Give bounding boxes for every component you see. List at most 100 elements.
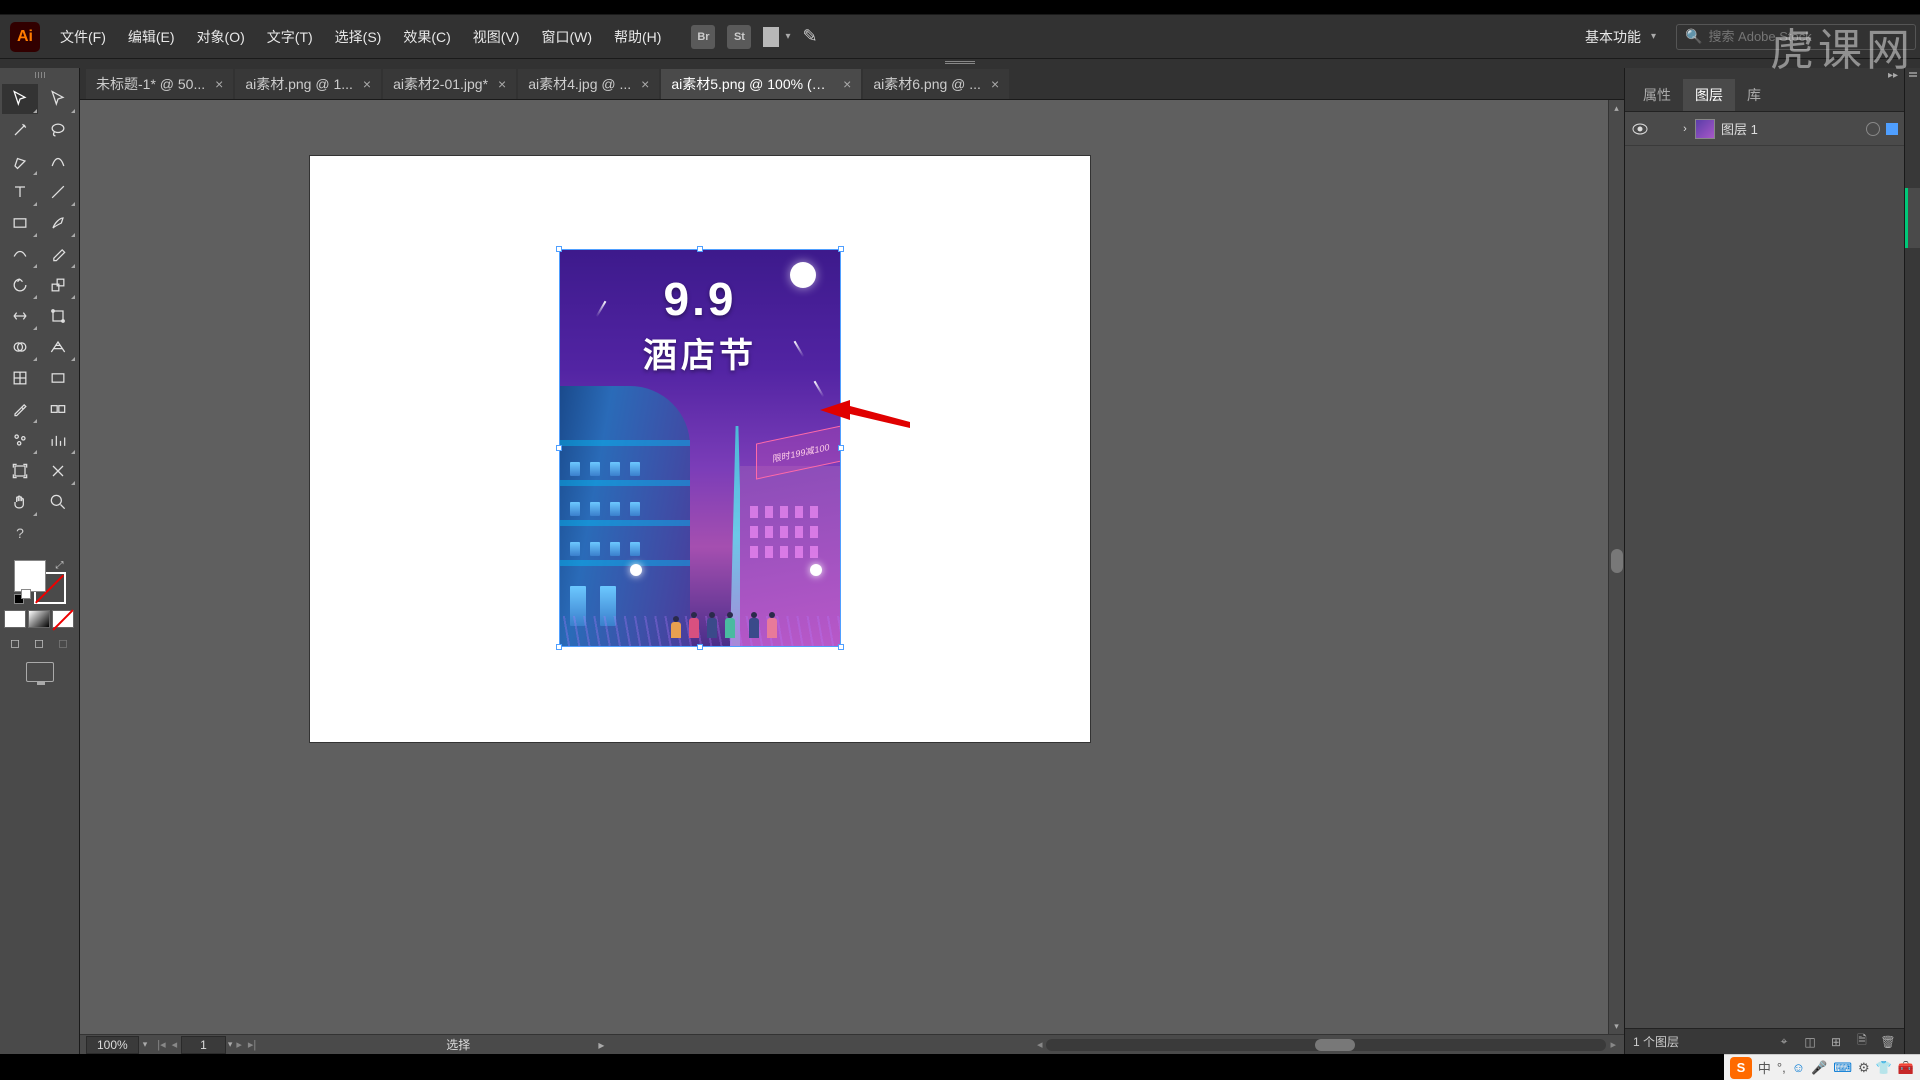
workspace-switcher[interactable]: 基本功能 ▾	[1577, 23, 1664, 51]
eraser-tool[interactable]	[40, 239, 76, 269]
delete-layer-icon[interactable]: 🗑	[1880, 1034, 1896, 1050]
line-segment-tool[interactable]	[40, 177, 76, 207]
color-mode-none[interactable]	[52, 610, 74, 628]
pen-tool[interactable]	[2, 146, 38, 176]
close-icon[interactable]: ×	[991, 76, 999, 92]
color-mode-gradient[interactable]	[28, 610, 50, 628]
stock-icon[interactable]: St	[727, 25, 751, 49]
bridge-icon[interactable]: Br	[691, 25, 715, 49]
selection-tool[interactable]	[2, 84, 38, 114]
blend-tool[interactable]	[40, 394, 76, 424]
layer-row[interactable]: › 图层 1	[1625, 112, 1904, 146]
placed-image[interactable]: 9.9 酒店节	[560, 250, 840, 646]
mic-icon[interactable]: 🎤	[1811, 1060, 1827, 1076]
edit-toolbar[interactable]: ?	[2, 518, 38, 548]
toolbox-icon[interactable]: 🧰	[1898, 1060, 1914, 1076]
menu-edit[interactable]: 编辑(E)	[118, 23, 185, 51]
menu-type[interactable]: 文字(T)	[257, 23, 323, 51]
mesh-tool[interactable]	[2, 363, 38, 393]
skin-icon[interactable]: 👕	[1876, 1060, 1892, 1076]
perspective-grid-tool[interactable]	[40, 332, 76, 362]
vertical-scrollbar[interactable]: ▴ ▾	[1608, 100, 1624, 1034]
column-graph-tool[interactable]	[40, 425, 76, 455]
document-tab-5[interactable]: ai素材6.png @ ...×	[863, 69, 1009, 99]
first-artboard-button[interactable]: |◂	[155, 1038, 167, 1051]
search-box[interactable]: 🔍	[1676, 24, 1916, 50]
shape-builder-tool[interactable]	[2, 332, 38, 362]
rotate-tool[interactable]	[2, 270, 38, 300]
next-artboard-button[interactable]: ▸	[234, 1038, 244, 1051]
shaper-tool[interactable]	[2, 239, 38, 269]
emoji-icon[interactable]: ☺	[1792, 1060, 1805, 1075]
ime-lang-icon[interactable]: 中	[1758, 1058, 1771, 1077]
target-icon[interactable]	[1866, 122, 1880, 136]
menu-select[interactable]: 选择(S)	[325, 23, 392, 51]
panel-tab-properties[interactable]: 属性	[1631, 79, 1683, 111]
zoom-level[interactable]: 100%	[86, 1036, 139, 1054]
chevron-down-icon[interactable]: ▾	[228, 1039, 233, 1050]
prev-artboard-button[interactable]: ◂	[170, 1038, 180, 1051]
gradient-tool[interactable]	[40, 363, 76, 393]
magic-wand-tool[interactable]	[2, 115, 38, 145]
eyedropper-tool[interactable]	[2, 394, 38, 424]
ime-icon[interactable]: S	[1730, 1057, 1752, 1079]
chevron-down-icon[interactable]: ▾	[143, 1039, 148, 1050]
hand-tool[interactable]	[2, 487, 38, 517]
layer-name[interactable]: 图层 1	[1721, 119, 1866, 138]
fill-stroke-control[interactable]: ⤢	[14, 560, 66, 604]
gpu-performance-icon[interactable]: ✎	[802, 26, 817, 47]
ime-punct-icon[interactable]: °,	[1777, 1060, 1786, 1075]
scroll-up-icon[interactable]: ▴	[1609, 100, 1624, 116]
close-icon[interactable]: ×	[843, 76, 851, 92]
direct-selection-tool[interactable]	[40, 84, 76, 114]
document-tab-4[interactable]: ai素材5.png @ 100% (RGB/GPU 预览)×	[661, 69, 861, 99]
draw-behind[interactable]: ◻	[28, 634, 50, 652]
menu-window[interactable]: 窗口(W)	[531, 23, 602, 51]
create-layer-icon[interactable]: 🗎	[1854, 1034, 1870, 1050]
free-transform-tool[interactable]	[40, 301, 76, 331]
panel-tab-layers[interactable]: 图层	[1683, 79, 1735, 111]
width-tool[interactable]	[2, 301, 38, 331]
swap-fill-stroke-icon[interactable]: ⤢	[56, 560, 64, 571]
close-icon[interactable]: ×	[363, 76, 371, 92]
horizontal-scrollbar[interactable]: ◂ ▸	[1035, 1038, 1618, 1051]
zoom-tool[interactable]	[40, 487, 76, 517]
document-tab-0[interactable]: 未标题-1* @ 50...×	[86, 69, 233, 99]
scroll-thumb[interactable]	[1611, 549, 1623, 573]
artboard-tool[interactable]	[2, 456, 38, 486]
symbol-sprayer-tool[interactable]	[2, 425, 38, 455]
slice-tool[interactable]	[40, 456, 76, 486]
screen-mode-button[interactable]	[4, 662, 75, 682]
menu-object[interactable]: 对象(O)	[187, 23, 255, 51]
arrange-documents-button[interactable]: ▾	[763, 27, 790, 47]
menu-help[interactable]: 帮助(H)	[604, 23, 671, 51]
create-sublayer-icon[interactable]: ⊞	[1828, 1034, 1844, 1050]
menu-effect[interactable]: 效果(C)	[393, 23, 460, 51]
close-icon[interactable]: ×	[215, 76, 223, 92]
keyboard-icon[interactable]: ⌨	[1833, 1060, 1852, 1076]
settings-icon[interactable]: ⚙	[1858, 1060, 1870, 1076]
menu-file[interactable]: 文件(F)	[50, 23, 116, 51]
color-mode-solid[interactable]	[4, 610, 26, 628]
collapsed-panel-tab[interactable]	[1905, 188, 1920, 248]
document-tab-2[interactable]: ai素材2-01.jpg*×	[383, 69, 516, 99]
panel-tab-libraries[interactable]: 库	[1735, 79, 1773, 111]
control-bar-collapse[interactable]	[0, 58, 1920, 68]
last-artboard-button[interactable]: ▸|	[246, 1038, 258, 1051]
canvas-viewport[interactable]: 9.9 酒店节	[80, 100, 1624, 1034]
menu-view[interactable]: 视图(V)	[463, 23, 530, 51]
default-fill-stroke-icon[interactable]	[14, 594, 24, 604]
make-clipping-mask-icon[interactable]: ◫	[1802, 1034, 1818, 1050]
close-icon[interactable]: ×	[641, 76, 649, 92]
draw-normal[interactable]: ◻	[4, 634, 26, 652]
document-tab-3[interactable]: ai素材4.jpg @ ...×	[518, 69, 659, 99]
curvature-tool[interactable]	[40, 146, 76, 176]
artboard-number[interactable]: 1	[181, 1036, 226, 1054]
visibility-toggle[interactable]	[1625, 123, 1655, 135]
document-tab-1[interactable]: ai素材.png @ 1...×	[235, 69, 381, 99]
fill-color[interactable]	[14, 560, 46, 592]
scale-tool[interactable]	[40, 270, 76, 300]
scroll-thumb[interactable]	[1315, 1039, 1355, 1051]
scroll-down-icon[interactable]: ▾	[1609, 1018, 1624, 1034]
paintbrush-tool[interactable]	[40, 208, 76, 238]
